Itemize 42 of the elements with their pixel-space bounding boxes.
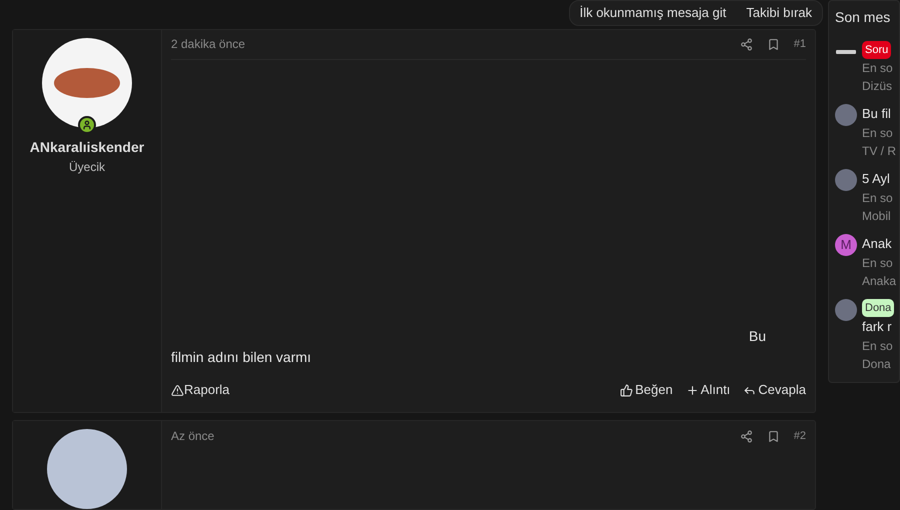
thread-meta: En so xyxy=(862,255,894,272)
photo-placeholder xyxy=(835,299,857,321)
post-time[interactable]: 2 dakika önce xyxy=(171,35,246,54)
thread-meta: Anaka xyxy=(862,273,896,290)
thread-meta: Dizüs xyxy=(862,78,893,95)
post-time[interactable]: Az önce xyxy=(171,427,214,445)
thread-title-link[interactable]: fark r xyxy=(862,317,894,337)
post-text: Bu xyxy=(748,327,767,346)
thread-meta: Mobil xyxy=(862,208,892,225)
thread-title-link[interactable]: Anak xyxy=(862,234,896,254)
post-number[interactable]: #1 xyxy=(794,36,806,53)
post-action-button[interactable]: Alıntı xyxy=(686,380,730,400)
thread-meta: Dona xyxy=(862,356,892,373)
letter-avatar: M xyxy=(835,234,857,256)
thread-meta: En so xyxy=(862,60,893,77)
share-icon[interactable] xyxy=(740,38,753,51)
post-text: filmin adını bilen varmı xyxy=(171,348,312,367)
panel-title: Son mes xyxy=(835,8,892,27)
thread-title-link[interactable]: Bu fil xyxy=(862,104,896,124)
user-title: Üyecik xyxy=(68,158,105,176)
thumbs-up-icon xyxy=(620,384,634,396)
thread-meta: En so xyxy=(862,190,893,207)
post-action-button[interactable]: Beğen xyxy=(620,380,673,400)
bookmark-icon[interactable] xyxy=(766,430,780,442)
thread-action-button[interactable]: İlk okunmamış mesaja git xyxy=(572,3,734,23)
thread-meta: TV / R xyxy=(862,143,896,160)
photo-placeholder xyxy=(835,169,857,191)
report-button[interactable]: Raporla xyxy=(171,380,230,400)
thread-meta: En so xyxy=(862,125,894,142)
thread-tag: Dona xyxy=(862,299,894,317)
photo-placeholder xyxy=(835,104,857,126)
bookmark-icon[interactable] xyxy=(766,38,780,51)
post-number[interactable]: #2 xyxy=(794,428,806,444)
thread-action-button[interactable]: Takibi bırak xyxy=(738,3,820,23)
username-link[interactable]: ANkaralıiskender xyxy=(30,136,144,158)
share-icon[interactable] xyxy=(740,430,753,442)
thread-meta: En so xyxy=(862,338,894,355)
plus-icon xyxy=(686,384,699,396)
warning-icon xyxy=(171,384,184,396)
post-action-button[interactable]: Cevapla xyxy=(743,380,806,400)
thread-title-link[interactable]: 5 Ayl xyxy=(862,169,893,189)
thread-tag: Soru xyxy=(862,41,892,59)
